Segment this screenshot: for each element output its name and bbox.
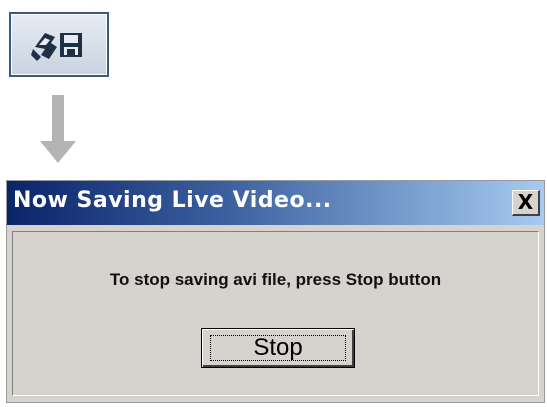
close-button[interactable]: X [512,190,540,216]
stop-button[interactable]: Stop [201,328,355,368]
stop-button-label: Stop [210,335,346,361]
down-arrow-icon [40,95,76,163]
dialog-titlebar[interactable]: Now Saving Live Video... X [7,181,544,225]
dialog-title: Now Saving Live Video... [13,188,332,213]
dialog-content: To stop saving avi file, press Stop butt… [12,231,539,396]
save-video-icon [31,32,82,61]
save-video-button[interactable] [9,12,109,77]
save-video-button-face[interactable] [11,14,107,75]
saving-dialog: Now Saving Live Video... X To stop savin… [6,180,545,403]
screen: Now Saving Live Video... X To stop savin… [0,0,547,407]
dialog-message: To stop saving avi file, press Stop butt… [109,270,442,289]
